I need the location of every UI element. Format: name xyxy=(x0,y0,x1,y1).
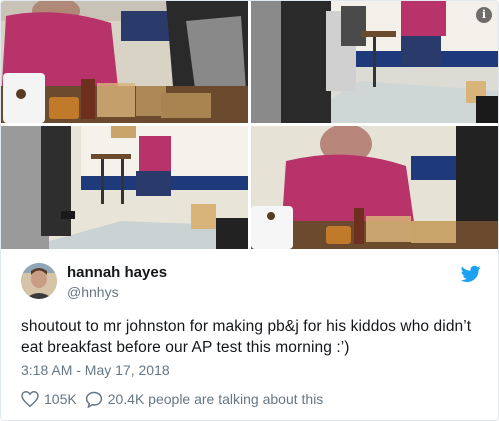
like-count: 105K xyxy=(44,391,77,407)
avatar[interactable] xyxy=(21,263,57,299)
reply-conversation-button[interactable]: 20.4K people are talking about this xyxy=(85,391,324,408)
avatar-image xyxy=(21,263,57,299)
twitter-bird-icon[interactable] xyxy=(461,265,481,283)
photo-1-image xyxy=(1,1,248,123)
photo-3[interactable] xyxy=(1,126,248,249)
media-grid[interactable]: i xyxy=(1,1,498,249)
tweet-actions: 105K 20.4K people are talking about this xyxy=(21,389,331,409)
user-names[interactable]: hannah hayes @hnhys xyxy=(67,264,167,301)
display-name[interactable]: hannah hayes xyxy=(67,264,167,282)
tweet-text: shoutout to mr johnston for making pb&j … xyxy=(21,318,472,356)
photo-3-image xyxy=(1,126,248,249)
heart-icon xyxy=(21,391,39,407)
tweet-card[interactable]: i hannah hayes @hnhys shoutout to mr joh… xyxy=(0,0,499,421)
talking-count: 20.4K people are talking about this xyxy=(107,391,324,407)
like-button[interactable]: 105K xyxy=(21,391,77,407)
speech-bubble-icon xyxy=(85,391,102,408)
photo-2-image xyxy=(251,1,498,123)
tweet-timestamp[interactable]: 3:18 AM - May 17, 2018 xyxy=(21,362,170,378)
photo-2[interactable]: i xyxy=(251,1,498,123)
photo-1[interactable] xyxy=(1,1,248,123)
info-icon[interactable]: i xyxy=(476,7,492,23)
user-handle[interactable]: @hnhys xyxy=(67,283,167,301)
tweet-header: hannah hayes @hnhys xyxy=(21,263,481,303)
photo-4-image xyxy=(251,126,498,249)
photo-4[interactable] xyxy=(251,126,498,249)
